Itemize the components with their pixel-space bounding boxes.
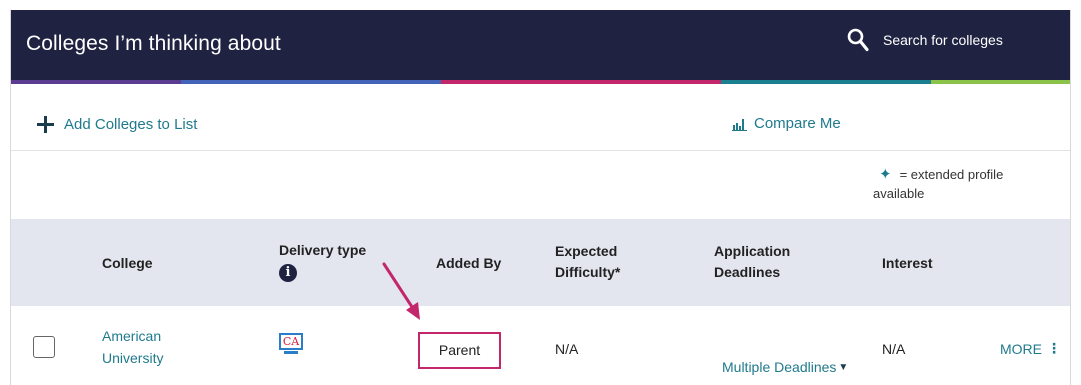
college-name-line1: American (102, 328, 162, 344)
compare-me-label: Compare Me (754, 115, 841, 132)
row-select-checkbox[interactable] (33, 336, 55, 358)
sparkle-icon: ✦ (879, 166, 892, 183)
plus-icon (37, 116, 54, 133)
interest-value: N/A (882, 341, 906, 357)
table-header: College Delivery type i Added By Expecte… (11, 219, 1070, 306)
kebab-icon: ⋮ (1047, 340, 1061, 356)
column-header-expected-difficulty: Expected Difficulty* (555, 241, 620, 283)
search-button[interactable]: Search for colleges (847, 28, 1003, 52)
more-menu-button[interactable]: MORE ⋮ (1000, 340, 1061, 357)
more-label: MORE (1000, 340, 1042, 357)
add-colleges-button[interactable]: Add Colleges to List (37, 116, 197, 133)
info-icon[interactable]: i (279, 264, 297, 282)
multiple-deadlines-toggle[interactable]: Multiple Deadlines ▼ (722, 359, 848, 375)
deadlines-label-line1: Application (714, 243, 791, 259)
search-icon (847, 28, 869, 52)
table-row: American University CA Parent N/A Multip… (11, 306, 1070, 385)
search-label: Search for colleges (883, 32, 1003, 48)
difficulty-label-line1: Expected (555, 243, 618, 259)
legend-text-1: = extended profile (899, 167, 1004, 182)
annotation-arrow-icon (382, 262, 420, 320)
add-colleges-label: Add Colleges to List (64, 116, 198, 133)
common-app-icon: CA (279, 333, 303, 355)
page-header: Colleges I’m thinking about Search for c… (11, 10, 1070, 80)
college-name-link[interactable]: American University (102, 325, 163, 369)
column-header-application-deadlines: Application Deadlines (714, 241, 790, 283)
delivery-type-label: Delivery type (279, 242, 367, 258)
extended-profile-legend: ✦ = extended profile available (873, 165, 1003, 203)
column-header-delivery-type: Delivery type i (279, 240, 366, 282)
legend-text-2: available (873, 186, 925, 201)
compare-me-button[interactable]: Compare Me (732, 115, 841, 132)
college-name-line2: University (102, 350, 164, 366)
deadlines-label: Multiple Deadlines (722, 359, 837, 375)
column-header-college: College (102, 255, 153, 271)
common-app-icon-text: CA (279, 333, 303, 350)
difficulty-value: N/A (555, 341, 579, 357)
bar-chart-icon (732, 118, 747, 131)
deadlines-label-line2: Deadlines (714, 264, 781, 280)
list-actions-bar: Add Colleges to List Compare Me (11, 84, 1070, 151)
college-list-panel: Colleges I’m thinking about Search for c… (10, 10, 1071, 385)
page-title: Colleges I’m thinking about (26, 32, 281, 55)
column-header-interest: Interest (882, 255, 933, 271)
added-by-value: Parent (418, 332, 501, 369)
chevron-down-icon: ▼ (838, 361, 849, 373)
difficulty-label-line2: Difficulty* (555, 264, 621, 280)
column-header-added-by: Added By (436, 255, 502, 271)
